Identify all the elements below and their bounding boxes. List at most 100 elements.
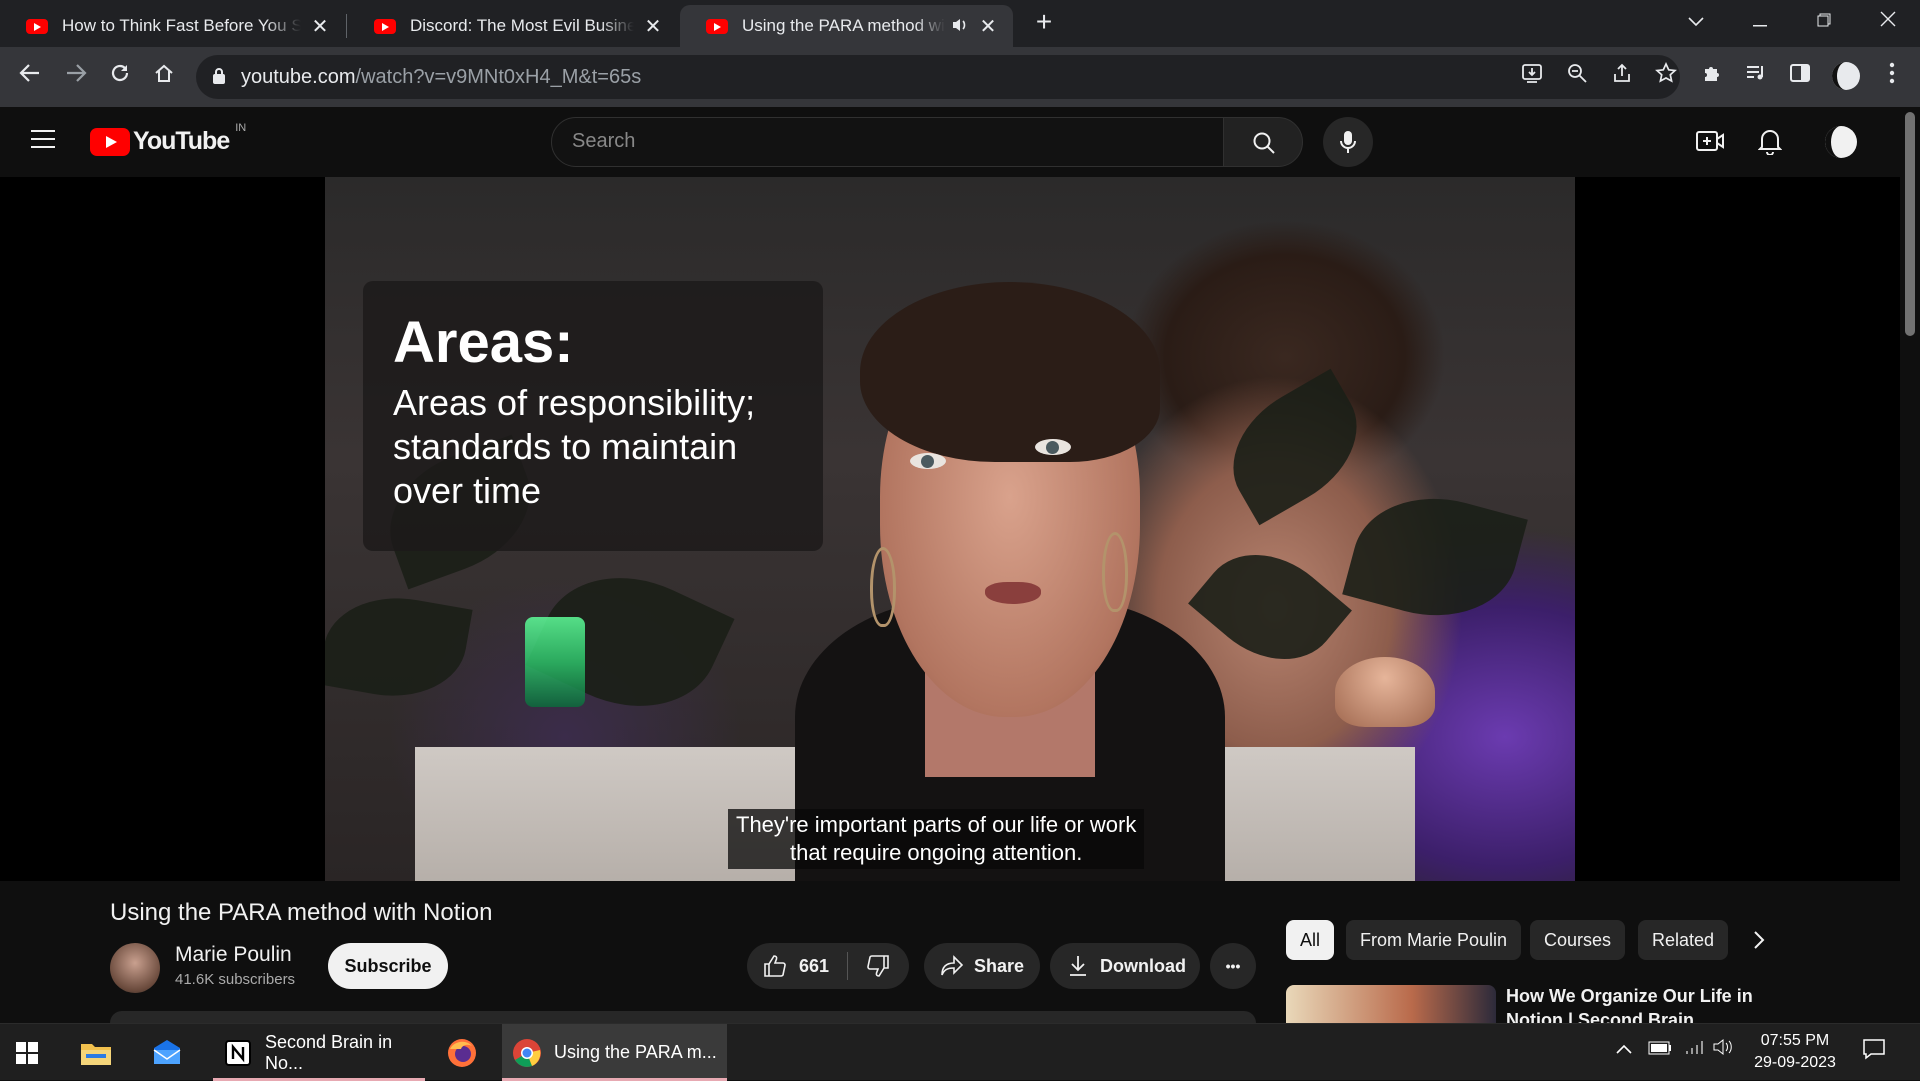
browser-tab-2[interactable]: Discord: The Most Evil Business Model ✕ — [348, 5, 678, 47]
presenter-hair — [860, 282, 1160, 462]
bookmark-star-icon[interactable] — [1650, 61, 1682, 93]
system-clock[interactable]: 07:55 PM 29-09-2023 — [1740, 1030, 1850, 1074]
more-actions-button[interactable]: ••• — [1210, 943, 1256, 989]
url-path: /watch?v=v9MNt0xH4_M&t=65s — [355, 66, 642, 88]
taskbar-notion[interactable]: Second Brain in No... — [213, 1024, 425, 1081]
close-tab-icon[interactable]: ✕ — [977, 14, 999, 39]
youtube-header: YouTube IN — [0, 107, 1900, 177]
side-panel-icon[interactable] — [1784, 61, 1816, 93]
like-dislike-group: 661 — [747, 943, 909, 989]
tab-divider — [346, 14, 347, 38]
close-window-button[interactable] — [1868, 6, 1908, 36]
overlay-body-line: standards to maintain — [393, 426, 738, 467]
minimize-button[interactable] — [1740, 6, 1780, 36]
media-control-icon[interactable] — [1740, 61, 1772, 93]
url-host: youtube.com — [241, 66, 356, 88]
plant-leaf — [1188, 526, 1352, 688]
channel-name[interactable]: Marie Poulin — [175, 943, 292, 967]
volume-icon[interactable] — [1712, 1038, 1734, 1062]
taskbar-app-label: Second Brain in No... — [265, 1031, 393, 1073]
youtube-wordmark: YouTube — [133, 127, 230, 155]
install-app-icon[interactable] — [1516, 61, 1548, 93]
taskbar-firefox[interactable] — [446, 1024, 486, 1081]
tab-search-chevron-icon[interactable] — [1676, 6, 1716, 36]
recommended-video-title[interactable]: How We Organize Our Life in Notion | Sec… — [1506, 984, 1766, 1024]
chrome-icon — [513, 1038, 541, 1067]
search-input[interactable] — [572, 130, 1172, 153]
close-tab-icon[interactable]: ✕ — [309, 14, 331, 39]
speaker-icon[interactable] — [951, 17, 969, 36]
address-bar[interactable]: youtube.com/watch?v=v9MNt0xH4_M&t=65s — [196, 55, 1680, 99]
search-box[interactable] — [551, 117, 1224, 167]
dislike-button[interactable] — [848, 943, 908, 989]
forward-button[interactable] — [60, 61, 92, 93]
chevron-right-icon[interactable] — [1752, 930, 1766, 955]
like-button[interactable]: 661 — [747, 943, 847, 989]
share-button[interactable]: Share — [924, 943, 1040, 989]
wifi-icon[interactable] — [1684, 1038, 1706, 1061]
earring — [870, 547, 896, 627]
presenter-mouth — [985, 582, 1041, 604]
show-hidden-icons-chevron[interactable] — [1616, 1038, 1632, 1061]
new-tab-button[interactable]: + — [1028, 6, 1060, 38]
thumbs-up-icon — [764, 955, 786, 977]
extensions-puzzle-icon[interactable] — [1696, 61, 1728, 93]
chip-related[interactable]: Related — [1638, 920, 1729, 960]
home-button[interactable] — [148, 61, 180, 93]
tab-title: Using the PARA method with Notion — [742, 16, 945, 35]
download-label: Download — [1100, 955, 1186, 976]
youtube-logo[interactable]: YouTube IN — [90, 122, 246, 156]
taskbar-mail[interactable] — [150, 1024, 200, 1081]
battery-icon[interactable] — [1648, 1038, 1672, 1061]
windows-logo-icon — [16, 1041, 38, 1064]
share-arrow-icon — [941, 955, 964, 976]
caption-line: They're important parts of our life or w… — [736, 812, 1137, 837]
browser-tab-strip: How to Think Fast Before You Speak ✕ Dis… — [0, 0, 1920, 47]
create-video-icon[interactable] — [1696, 129, 1724, 158]
url-text[interactable]: youtube.com/watch?v=v9MNt0xH4_M&t=65s — [241, 66, 641, 89]
hamburger-menu-icon[interactable] — [30, 129, 56, 154]
notifications-bell-icon[interactable] — [1757, 127, 1783, 160]
overlay-heading: Areas: — [393, 310, 574, 375]
taskbar-file-explorer[interactable] — [80, 1024, 130, 1081]
share-page-icon[interactable] — [1606, 61, 1638, 93]
reload-button[interactable] — [104, 61, 136, 93]
presenter-eye — [1035, 439, 1071, 455]
page-scrollbar-thumb[interactable] — [1905, 112, 1915, 336]
mail-icon — [153, 1039, 181, 1064]
profile-avatar-icon[interactable] — [1830, 61, 1862, 93]
browser-tab-3-active[interactable]: Using the PARA method with Notion ✕ — [680, 5, 1013, 47]
plant-leaf — [1342, 478, 1528, 636]
notification-center-icon[interactable] — [1862, 1038, 1886, 1066]
share-label: Share — [974, 955, 1025, 976]
lock-icon[interactable] — [212, 67, 226, 85]
chip-courses[interactable]: Courses — [1530, 920, 1626, 960]
overlay-body-line: over time — [393, 470, 542, 511]
channel-avatar[interactable] — [110, 943, 160, 993]
chip-all[interactable]: All — [1286, 920, 1335, 960]
tab-title: How to Think Fast Before You Speak — [62, 16, 301, 35]
search-icon — [1253, 132, 1275, 154]
voice-search-button[interactable] — [1323, 117, 1373, 167]
search-button[interactable] — [1223, 117, 1303, 167]
subscribe-button[interactable]: Subscribe — [328, 943, 448, 989]
youtube-logo-icon — [90, 127, 130, 156]
back-button[interactable] — [14, 61, 46, 93]
restore-button[interactable] — [1804, 6, 1844, 36]
close-tab-icon[interactable]: ✕ — [642, 14, 664, 39]
start-button[interactable] — [16, 1024, 52, 1081]
folder-icon — [81, 1043, 111, 1065]
chrome-menu-icon[interactable] — [1876, 61, 1908, 93]
browser-toolbar: youtube.com/watch?v=v9MNt0xH4_M&t=65s — [0, 47, 1920, 107]
diffuser — [1335, 657, 1435, 727]
video-caption: They're important parts of our life or w… — [728, 809, 1145, 869]
taskbar-chrome[interactable]: Using the PARA m... — [502, 1024, 727, 1081]
plant-leaf — [325, 585, 473, 709]
account-avatar[interactable] — [1824, 125, 1858, 164]
chip-from-channel[interactable]: From Marie Poulin — [1346, 920, 1522, 960]
video-player[interactable]: Areas: Areas of responsibility; standard… — [325, 177, 1575, 881]
download-button[interactable]: Download — [1050, 943, 1200, 989]
zoom-icon[interactable] — [1561, 61, 1593, 93]
browser-tab-1[interactable]: How to Think Fast Before You Speak ✕ — [0, 5, 345, 47]
recommended-thumbnail[interactable] — [1286, 985, 1496, 1023]
